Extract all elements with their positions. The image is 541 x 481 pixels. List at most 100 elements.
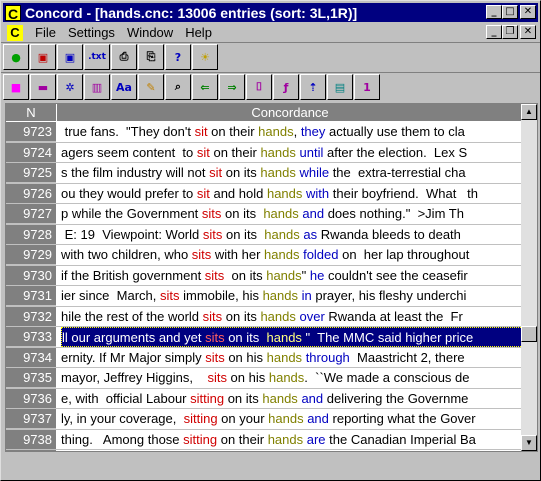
collocate-word: over [299,308,325,324]
italic-f-button[interactable]: ƒ [273,74,299,100]
concordance-line[interactable]: ernity. If Mr Major simply sits on his h… [61,348,523,368]
scroll-up-button[interactable]: ▲ [521,104,537,120]
tag-button[interactable]: ⌷ [246,74,272,100]
context-text: . ``We made a conscious de [304,370,470,385]
font-button[interactable]: Aa [111,74,137,100]
app-logo-icon[interactable]: C [5,4,21,22]
node-word: hands [260,165,296,180]
table-row[interactable]: 9726 ou they would prefer to sit and hold… [6,183,523,204]
concordance-line[interactable]: s the film industry will not sit on its … [61,163,523,183]
collocate-word: until [299,144,324,160]
maximize-button[interactable]: □ [502,5,518,19]
print-preview-button[interactable]: ⎘ [138,44,164,70]
table-row[interactable]: 9739 surgent popularity by sitting on hi… [6,450,523,451]
table-row[interactable]: 9734 ernity. If Mr Major simply sits on h… [6,347,523,368]
context-text: MMC said higher price [339,330,474,345]
collocate-word: and [307,411,329,426]
concordance-grid: N Concordance 9723 true fans. "They don'… [5,103,538,452]
concordance-line[interactable]: hile the rest of the world sits on its h… [61,307,523,327]
save-as-disk-button[interactable]: ▣ [57,44,83,70]
up-arrow-button[interactable]: ⇡ [300,74,326,100]
concordance-line[interactable]: agers seem content to sit on their hands… [61,143,523,163]
concordance-line[interactable]: thing. Among those sitting on their hand… [61,430,523,450]
table-row[interactable]: 9737 ly, in your coverage, sitting on you… [6,409,523,430]
column-header-n[interactable]: N [6,104,56,121]
context-text: on its [222,226,265,242]
concordance-line[interactable]: if the British government sits on its ha… [61,266,523,286]
magenta-block-button[interactable]: ■ [3,74,29,100]
table-row[interactable]: 9728 E: 19 Viewpoint: World sits on its … [6,224,523,245]
sort-left-button[interactable]: ⇐ [192,74,218,100]
table-row[interactable]: 9731 ier since March, sits immobile, his … [6,286,523,307]
context-text: ll our arguments and yet [62,330,206,345]
green-circle-button[interactable]: ● [3,44,29,70]
context-text: s the film industry will not [61,165,210,180]
table-row[interactable]: 9730 if the British government sits on it… [6,265,523,286]
context-text: on its [224,390,263,406]
concordance-line[interactable]: e, with official Labour sitting on its h… [61,389,523,409]
concordance-line[interactable]: ier since March, sits immobile, his hand… [61,286,523,306]
concordance-line[interactable]: mayor, Jeffrey Higgins, sits on his hand… [61,368,523,388]
table-row[interactable]: 9738 thing. Among those sitting on their … [6,429,523,450]
table-row[interactable]: 9735 mayor, Jeffrey Higgins, sits on his … [6,368,523,389]
table-row[interactable]: 9732 hile the rest of the world sits on i… [6,306,523,327]
columns-button[interactable]: ▥ [84,74,110,100]
doc-minimize-button[interactable]: _ [486,25,502,39]
lightbulb-icon: ☀ [200,50,210,64]
printer-button[interactable]: ⎙ [111,44,137,70]
txt-file-button[interactable]: .txt [84,44,110,70]
document-logo-icon[interactable]: C [7,24,23,41]
node-word: hands [266,267,302,283]
table-row[interactable]: 9723 true fans. "They don't sit on their… [6,122,523,143]
menu-file[interactable]: File [35,25,56,40]
sort-right-button[interactable]: ⇒ [219,74,245,100]
pencil-button[interactable]: ✎ [138,74,164,100]
title-bar[interactable]: C Concord - [hands.cnc: 13006 entries (s… [3,3,538,22]
gear-button[interactable]: ✲ [57,74,83,100]
row-number: 9737 [6,409,56,429]
notepad-button[interactable]: ▤ [327,74,353,100]
context-text: e, with official Labour [61,390,191,406]
main-toolbar: ● ▣ ▣ .txt ⎙ ⎘? ☀ [3,43,219,71]
zoom-button[interactable]: ⌕ [165,74,191,100]
magenta-line-button[interactable]: ▬ [30,74,56,100]
vertical-scrollbar[interactable]: ▲ ▼ [521,104,537,451]
scroll-down-button[interactable]: ▼ [521,435,537,451]
concordance-line[interactable]: E: 19 Viewpoint: World sits on its hands… [61,225,523,245]
concordance-line[interactable]: with two children, who sits with her han… [61,245,523,265]
concordance-line[interactable]: p while the Government sits on its hands… [61,204,523,224]
search-word: sits [191,247,212,262]
italic-f-icon: ƒ [283,80,289,94]
concordance-line[interactable]: ou they would prefer to sit and hold han… [61,184,523,204]
save-disk-button[interactable]: ▣ [30,44,56,70]
concordance-line[interactable]: true fans. "They don't sit on their hand… [61,122,523,142]
context-text: with her [211,247,265,262]
context-text: the Canadian Imperial Ba [325,431,476,447]
context-text: agers seem content to [61,144,197,160]
menu-window[interactable]: Window [127,25,173,40]
search-word: sits [159,288,180,303]
concordance-line[interactable]: surgent popularity by sitting on his han… [61,450,523,451]
minimize-button[interactable]: _ [486,5,502,19]
menu-settings[interactable]: Settings [68,25,115,40]
table-row[interactable]: 9724 agers seem content to sit on their h… [6,142,523,163]
table-row[interactable]: 9725 s the film industry will not sit on … [6,163,523,184]
scroll-thumb[interactable] [521,326,537,342]
context-text: ier since March, [61,288,160,303]
table-row[interactable]: 9727 p while the Government sits on its h… [6,204,523,225]
doc-restore-button[interactable]: ❐ [502,25,518,39]
doc-close-button[interactable]: ✕ [520,25,536,39]
table-row[interactable]: 9733 ll our arguments and yet sits on its… [6,327,523,348]
concordance-line[interactable]: ly, in your coverage, sitting on your ha… [61,409,523,429]
node-word: hands [264,247,300,262]
context-text: and hold [209,185,267,201]
number-one-button[interactable]: 1 [354,74,380,100]
concordance-line[interactable]: ll our arguments and yet sits on its han… [61,327,523,347]
help-button[interactable]: ? [165,44,191,70]
lightbulb-button[interactable]: ☀ [192,44,218,70]
menu-help[interactable]: Help [185,25,212,40]
close-button[interactable]: ✕ [520,5,536,19]
column-header-concordance[interactable]: Concordance [57,104,523,121]
table-row[interactable]: 9729 with two children, who sits with her… [6,245,523,266]
table-row[interactable]: 9736 e, with official Labour sitting on i… [6,388,523,409]
